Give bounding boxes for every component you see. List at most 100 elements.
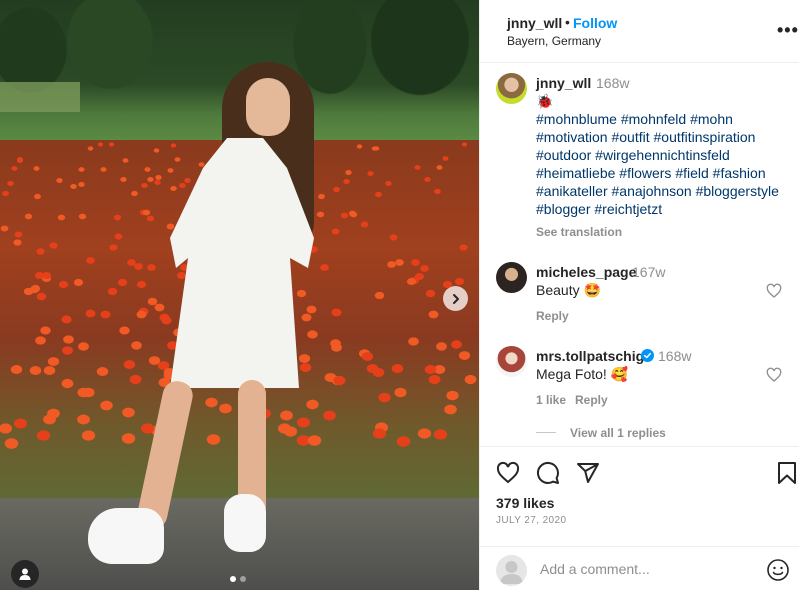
carousel-next-button[interactable] [443,286,468,311]
hashtag-link[interactable]: #mohn [690,111,733,127]
poppy-flower [100,400,113,411]
poppy-flower [387,261,396,268]
smiley-icon[interactable] [766,558,790,582]
author-avatar[interactable] [496,73,527,104]
comment-like-heart-icon[interactable] [766,367,782,383]
poppy-flower [219,403,232,414]
hashtag-link[interactable]: #anajohnson [612,183,692,199]
poppy-flower [299,363,312,372]
poppy-flower [134,263,143,270]
poppy-flower [13,239,22,246]
post-author-username[interactable]: jnny_wll [507,15,562,31]
verified-badge-icon [641,349,654,362]
hashtag-link[interactable]: #flowers [619,165,671,181]
caption-emoji: 🐞 [536,93,554,109]
poppy-flower [323,410,336,421]
commenter-avatar[interactable] [496,346,527,377]
poppy-flower [82,387,95,398]
hashtag-link[interactable]: #wirgehennichtinsfeld [595,147,730,163]
view-replies-link[interactable]: View all 1 replies [570,426,666,440]
poppy-flower [0,225,9,232]
poppy-flower [70,183,77,190]
hashtag-link[interactable]: #heimatliebe [536,165,615,181]
comment-icon[interactable] [536,461,560,485]
poppy-flower [78,213,87,220]
comment-like-heart-icon[interactable] [766,283,782,299]
poppy-flower [424,177,431,182]
poppy-flower [166,223,175,230]
more-options-icon[interactable]: ••• [777,20,799,41]
poppy-flower [142,209,151,216]
poppy-flower [34,193,41,200]
poppy-flower [119,326,130,335]
poppy-flower [62,346,73,355]
poppy-flower [458,351,471,360]
hashtag-link[interactable]: #fashion [713,165,766,181]
comment-username[interactable]: micheles_page [536,264,636,280]
see-translation-link[interactable]: See translation [536,225,622,239]
comment-likes-count[interactable]: 1 like [536,393,566,407]
comment-username[interactable]: mrs.tollpatschig [536,348,644,364]
poppy-flower [35,272,44,279]
hashtag-link[interactable]: #anikateller [536,183,608,199]
poppy-flower [96,367,109,376]
reply-button[interactable]: Reply [536,309,569,323]
add-comment-input[interactable] [540,561,750,577]
poppy-flower [280,410,293,421]
poppy-flower [113,214,122,221]
poppy-flower [148,356,161,365]
poppy-flower [131,341,142,350]
hashtag-link[interactable]: #motivation [536,129,608,145]
poppy-flower [86,257,95,264]
hashtag-link[interactable]: #outfitinspiration [654,129,756,145]
hashtag-link[interactable]: #bloggerstyle [696,183,779,199]
poppy-flower [61,378,74,389]
hashtag-link[interactable]: #mohnfeld [621,111,686,127]
poppy-flower [177,272,186,279]
hashtag-link[interactable]: #outdoor [536,147,591,163]
comment-text: Mega Foto! 🥰 [536,366,629,382]
hashtag-link[interactable]: #field [675,165,708,181]
poppy-flower [73,278,84,287]
comment-text: Beauty 🤩 [536,282,601,298]
poppy-flower [154,179,161,186]
follow-button[interactable]: Follow [573,15,617,31]
bookmark-icon[interactable] [776,461,798,485]
poppy-flower [330,339,341,348]
post-photo[interactable] [0,0,479,590]
poppy-flower [147,297,158,306]
heart-icon[interactable] [496,461,520,485]
poppy-flower [57,214,66,221]
hashtag-link[interactable]: #outfit [611,129,649,145]
hashtag-link[interactable]: #mohnblume [536,111,617,127]
reply-button[interactable]: Reply [575,393,608,407]
share-icon[interactable] [576,461,600,485]
poppy-flower [378,392,391,403]
commenter-avatar[interactable] [496,262,527,293]
poppy-flower [167,168,174,173]
poppy-flower [306,305,317,314]
poppy-flower [343,179,350,184]
separator-dot: • [565,14,570,30]
post-side-panel: jnny_wll • Follow Bayern, Germany ••• jn… [479,0,799,590]
woman-face [246,78,290,136]
poppy-flower [122,158,129,163]
poppy-flower [36,248,45,255]
user-tag-icon [19,568,31,580]
poppy-flower [100,167,107,172]
likes-count[interactable]: 379 likes [496,495,554,511]
post-location[interactable]: Bayern, Germany [507,34,601,48]
poppy-flower [277,423,292,434]
hashtag-link[interactable]: #blogger [536,201,591,217]
poppy-flower [461,142,468,147]
post-header: jnny_wll • Follow Bayern, Germany ••• [480,0,799,63]
poppy-flower [205,397,218,408]
carousel-indicator [230,576,246,582]
caption-username[interactable]: jnny_wll [536,75,591,91]
user-tag-button[interactable] [11,560,39,588]
poppy-flower [78,167,85,172]
poppy-flower [77,414,90,425]
hashtag-link[interactable]: #reichtjetzt [594,201,662,217]
poppy-flower [415,273,424,280]
poppy-flower [373,146,380,151]
